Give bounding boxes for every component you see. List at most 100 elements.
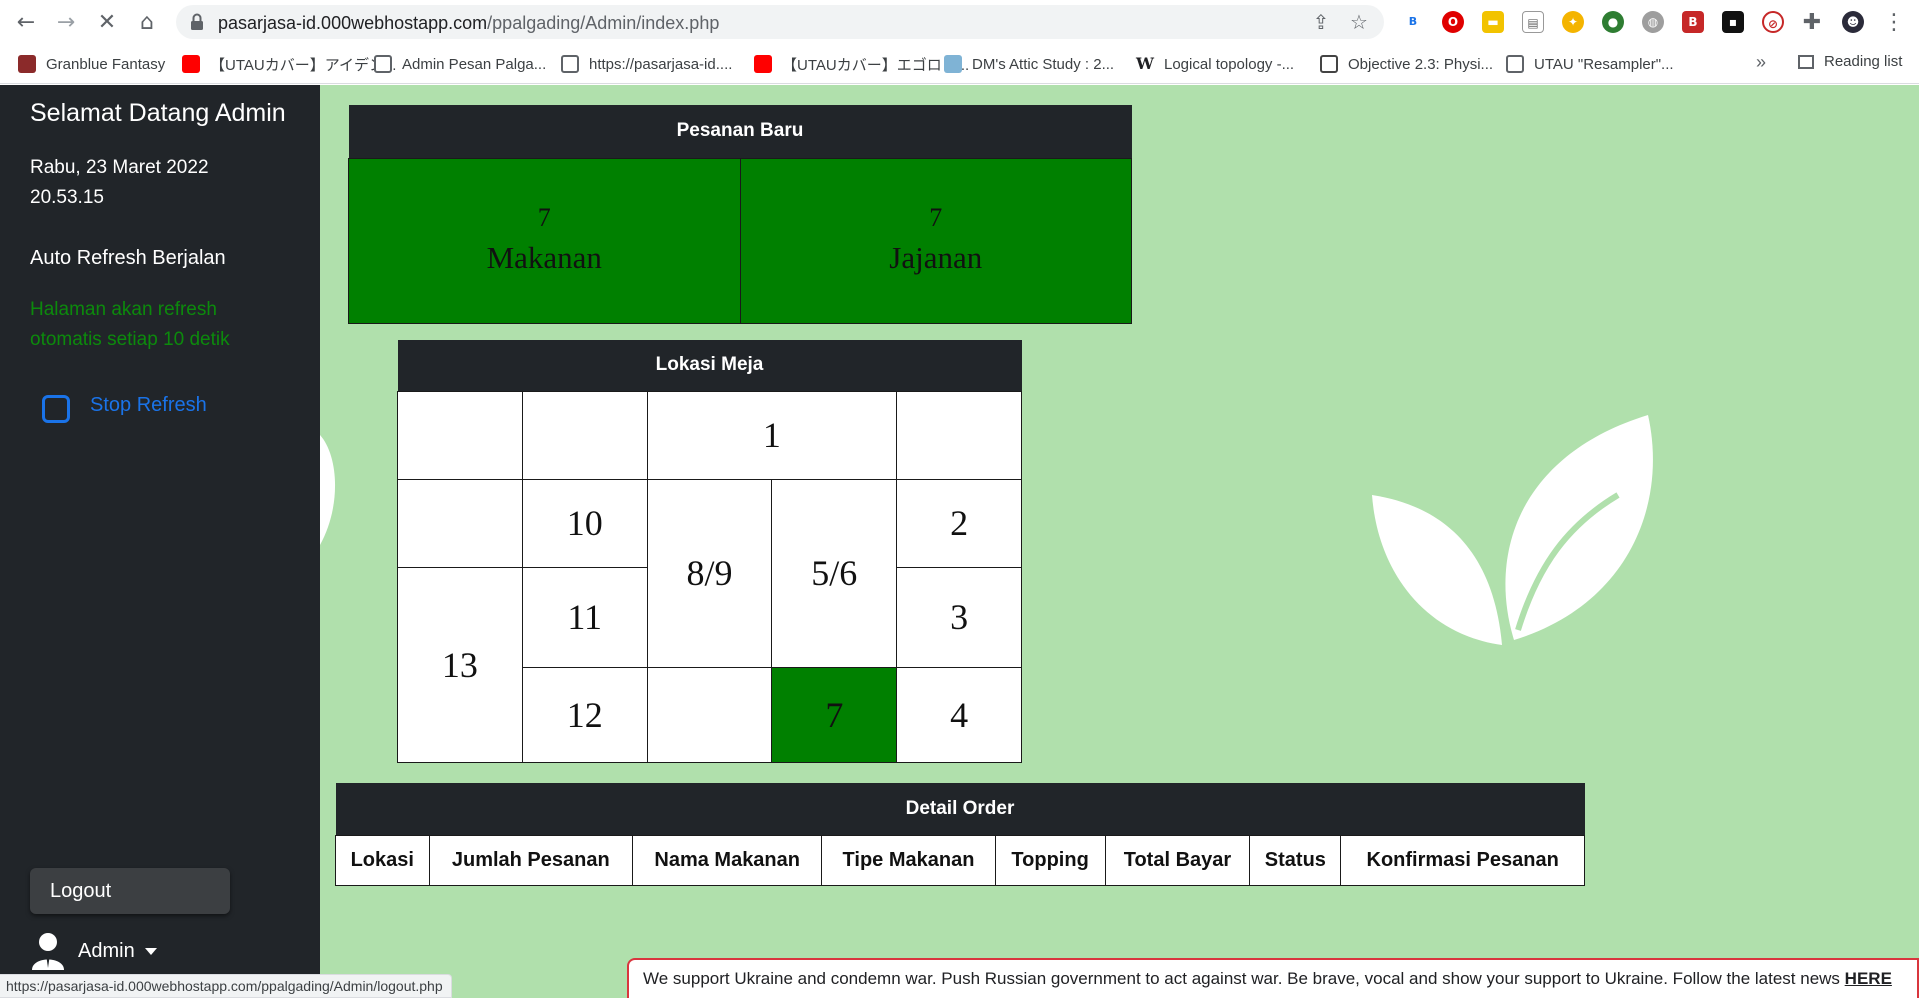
status-bar-url: https://pasarjasa-id.000webhostapp.com/p… — [0, 974, 452, 998]
admin-user-menu[interactable]: Admin — [30, 931, 157, 971]
dm-icon — [944, 55, 962, 73]
order-detail-title: Detail Order — [335, 783, 1585, 835]
logout-button[interactable]: Logout — [30, 868, 230, 914]
new-orders-title: Pesanan Baru — [348, 105, 1132, 158]
extension-red-icon[interactable]: B — [1682, 11, 1704, 33]
column-header-nama-makanan: Nama Makanan — [632, 834, 823, 886]
refresh-note: Halaman akan refresh otomatis setiap 10 … — [30, 299, 230, 350]
reading-list-button[interactable]: Reading list — [1798, 53, 1902, 70]
stop-refresh-checkbox[interactable] — [42, 395, 70, 423]
bookmark-dms-attic[interactable]: DM's Attic Study : 2... — [944, 53, 1114, 75]
table-location-title: Lokasi Meja — [397, 340, 1022, 391]
table-cell-empty — [896, 390, 1022, 480]
url-text: pasarjasa-id.000webhostapp.com/ppalgadin… — [218, 13, 720, 33]
column-header-total-bayar: Total Bayar — [1104, 834, 1251, 886]
table-1: 1 — [646, 390, 898, 480]
bookmark-logical-topology[interactable]: W Logical topology -... — [1136, 53, 1294, 75]
jajanan-count: 7 — [929, 202, 943, 232]
table-10: 10 — [521, 478, 648, 568]
makanan-count-cell: 7 Makanan — [348, 157, 741, 324]
star-icon[interactable]: ☆ — [1348, 11, 1370, 33]
table-4: 4 — [896, 666, 1022, 763]
table-cell-empty — [521, 390, 648, 480]
table-cell-empty — [646, 666, 773, 763]
stop-loading-icon[interactable]: ✕ — [93, 8, 121, 36]
jajanan-label: Jajanan — [889, 239, 983, 275]
makanan-count: 7 — [537, 202, 551, 232]
leaf-decoration-left — [320, 435, 336, 545]
leaf-decoration-right — [1372, 415, 1653, 645]
auto-refresh-status: Auto Refresh Berjalan — [30, 247, 226, 269]
wikipedia-icon: W — [1136, 54, 1154, 73]
table-13: 13 — [397, 566, 523, 763]
column-header-tipe-makanan: Tipe Makanan — [821, 834, 996, 886]
share-icon[interactable]: ⇪ — [1310, 11, 1332, 33]
current-time: 20.53.15 — [30, 187, 104, 208]
youtube-icon — [182, 55, 200, 73]
column-header-status: Status — [1249, 834, 1342, 886]
profile-avatar[interactable]: ☻ — [1842, 11, 1864, 33]
bookmarks-overflow-icon[interactable]: » — [1756, 52, 1766, 73]
table-8-9: 8/9 — [646, 478, 773, 668]
banner-here-link[interactable]: HERE — [1845, 969, 1892, 988]
bookmark-admin-pesan[interactable]: Admin Pesan Palga... — [374, 53, 546, 75]
stop-refresh-label[interactable]: Stop Refresh — [90, 394, 207, 417]
table-7-highlighted: 7 — [771, 666, 898, 763]
table-11: 11 — [521, 566, 648, 668]
home-icon[interactable]: ⌂ — [133, 8, 161, 36]
table-12: 12 — [521, 666, 648, 763]
puzzle-extensions-icon[interactable]: ✚ — [1798, 8, 1826, 36]
table-location-map: Lokasi Meja 1 10 8/9 5/6 2 13 11 3 12 7 … — [397, 340, 1022, 763]
globe-extension-icon[interactable]: ◍ — [1642, 11, 1664, 33]
granblue-icon — [18, 55, 36, 73]
dropdown-caret-icon — [144, 947, 157, 955]
table-3: 3 — [896, 566, 1022, 668]
objective-icon — [1320, 55, 1338, 73]
bookmark-utau-resampler[interactable]: UTAU "Resampler"... — [1506, 53, 1674, 75]
address-bar[interactable]: pasarjasa-id.000webhostapp.com/ppalgadin… — [176, 5, 1384, 39]
page-content: Selamat Datang Admin Rabu, 23 Maret 2022… — [0, 85, 1919, 998]
earth-extension-icon[interactable]: ● — [1602, 11, 1624, 33]
table-2: 2 — [896, 478, 1022, 568]
opera-icon[interactable]: O — [1442, 11, 1464, 33]
globe-icon — [561, 55, 579, 73]
jajanan-count-cell: 7 Jajanan — [739, 157, 1133, 324]
current-date: Rabu, 23 Maret 2022 — [30, 157, 209, 178]
bookmark-utau-aiden[interactable]: 【UTAUカバー】アイデン... — [182, 53, 396, 75]
reading-list-icon — [1798, 54, 1814, 69]
sidebar: Selamat Datang Admin Rabu, 23 Maret 2022… — [0, 85, 320, 998]
extension-dark-icon[interactable]: ▪ — [1722, 11, 1744, 33]
bookmark-objective[interactable]: Objective 2.3: Physi... — [1320, 53, 1493, 75]
welcome-title: Selamat Datang Admin — [30, 99, 286, 127]
column-header-jumlah-pesanan: Jumlah Pesanan — [428, 834, 634, 886]
ukraine-support-banner: We support Ukraine and condemn war. Push… — [627, 958, 1919, 998]
column-header-konfirmasi: Konfirmasi Pesanan — [1340, 834, 1585, 886]
browser-toolbar: ← → ✕ ⌂ pasarjasa-id.000webhostapp.com/p… — [0, 0, 1919, 44]
kebab-menu-icon[interactable]: ⋮ — [1880, 8, 1908, 36]
column-header-lokasi: Lokasi — [335, 834, 430, 886]
extension-b-icon[interactable]: B — [1402, 11, 1424, 33]
blocker-icon[interactable]: ⊘ — [1762, 11, 1784, 33]
lock-icon — [191, 13, 203, 30]
admin-username: Admin — [78, 939, 135, 962]
order-detail-table: Detail Order Lokasi Jumlah Pesanan Nama … — [335, 783, 1585, 886]
new-orders-table: Pesanan Baru 7 Makanan 7 Jajanan — [348, 105, 1133, 324]
table-cell-empty — [397, 478, 523, 568]
bookmark-utau-egoro[interactable]: 【UTAUカバー】エゴロッ... — [754, 53, 969, 75]
bookmark-pasarjasa[interactable]: https://pasarjasa-id.... — [561, 53, 732, 75]
document-icon[interactable]: ▤ — [1522, 11, 1544, 33]
user-avatar-icon — [32, 933, 64, 970]
back-icon[interactable]: ← — [12, 8, 40, 36]
makanan-label: Makanan — [486, 239, 602, 275]
bee-extension-icon[interactable]: ✦ — [1562, 11, 1584, 33]
column-header-topping: Topping — [994, 834, 1106, 886]
table-5-6: 5/6 — [771, 478, 898, 668]
bookmarks-bar: Granblue Fantasy 【UTAUカバー】アイデン... Admin … — [0, 44, 1919, 84]
table-cell-empty — [397, 390, 523, 480]
youtube-icon — [754, 55, 772, 73]
notes-extension-icon[interactable]: ▬ — [1482, 11, 1504, 33]
globe-icon — [1506, 55, 1524, 73]
bookmark-granblue[interactable]: Granblue Fantasy — [18, 53, 165, 75]
forward-icon[interactable]: → — [52, 8, 80, 36]
globe-icon — [374, 55, 392, 73]
